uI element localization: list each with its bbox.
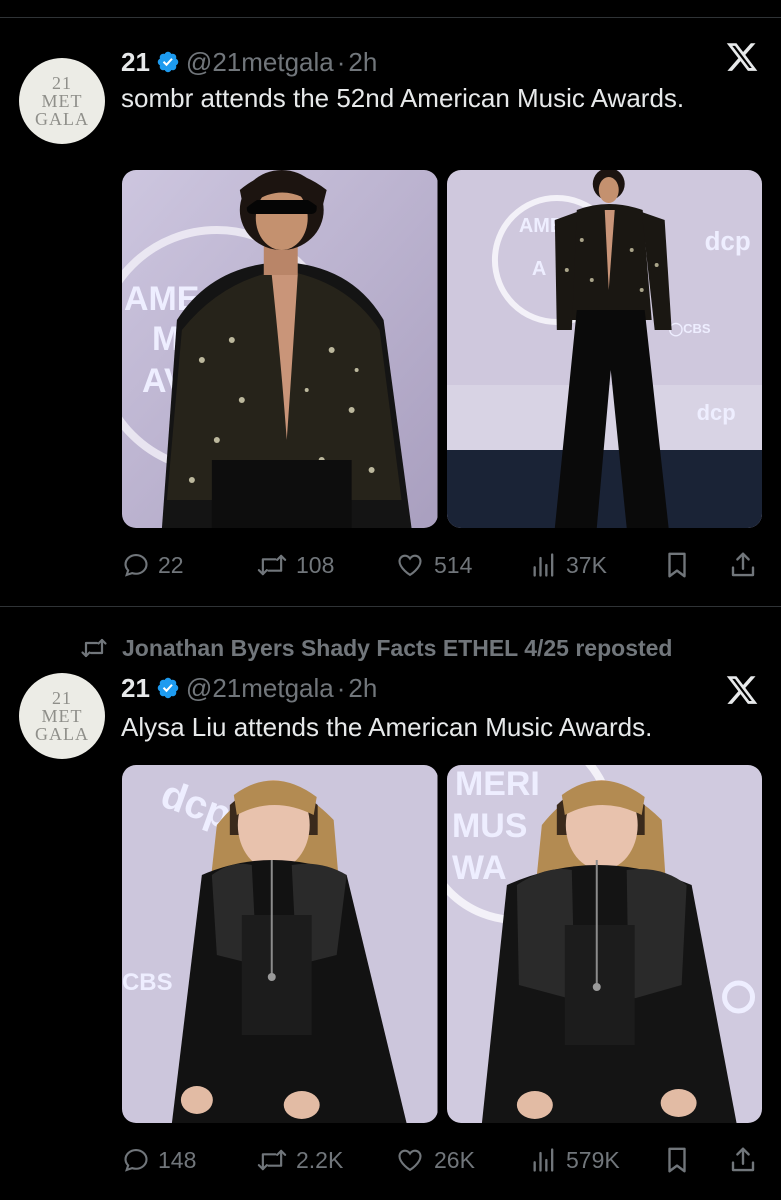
tweet-alysa-liu[interactable]: Jonathan Byers Shady Facts ETHEL 4/25 re…: [0, 607, 781, 1200]
separator-dot: ·: [336, 46, 346, 77]
like-button[interactable]: 26K: [394, 1140, 475, 1180]
svg-text:◯CBS: ◯CBS: [668, 321, 710, 337]
avatar-text-line: MET: [41, 706, 83, 726]
like-button[interactable]: 514: [394, 545, 472, 585]
repost-context[interactable]: Jonathan Byers Shady Facts ETHEL 4/25 re…: [80, 633, 672, 663]
x-logo-icon: [726, 43, 758, 71]
bookmark-button[interactable]: [662, 545, 700, 585]
tweet-actions: 148 2.2K 26K 579K: [122, 1140, 762, 1180]
repost-icon: [81, 638, 107, 658]
x-logo-icon: [726, 676, 758, 704]
repost-button[interactable]: 2.2K: [256, 1140, 343, 1180]
photo-alysa-liu-left[interactable]: dcp CBS: [122, 765, 438, 1123]
views-icon: [533, 1148, 554, 1172]
repost-button[interactable]: 108: [256, 545, 334, 585]
avatar-text-line: GALA: [35, 109, 89, 129]
share-icon: [731, 552, 755, 577]
avatar-text-line: 21: [52, 73, 72, 93]
display-name[interactable]: 21: [121, 47, 150, 78]
tweet-text: sombr attends the 52nd American Music Aw…: [121, 83, 685, 113]
svg-text:dcp: dcp: [704, 226, 750, 256]
reply-count: 148: [158, 1146, 197, 1173]
avatar-text-line: GALA: [35, 724, 89, 744]
timestamp[interactable]: 2h: [348, 47, 377, 78]
like-icon: [398, 1149, 422, 1172]
like-count: 514: [434, 551, 473, 578]
reply-icon: [124, 554, 148, 577]
repost-icon: [257, 554, 287, 576]
share-icon: [731, 1147, 755, 1172]
tweet-header: 21 @21metgala · 2h: [121, 672, 377, 704]
separator-dot: ·: [336, 672, 346, 703]
handle[interactable]: @21metgala: [186, 47, 334, 78]
reply-count: 22: [158, 551, 184, 578]
bookmark-button[interactable]: [662, 1140, 700, 1180]
bookmark-icon: [668, 1147, 686, 1173]
tweet-sombr[interactable]: 21 MET GALA 21 @21metgala · 2h sombr att…: [0, 18, 781, 606]
views-count: 579K: [566, 1146, 620, 1173]
share-button[interactable]: [728, 1140, 766, 1180]
svg-text:WA: WA: [451, 849, 506, 887]
photo-sombr-fulllength[interactable]: AME A ◯CBS dcp dcp: [446, 170, 762, 528]
verified-badge-icon: [157, 677, 179, 699]
avatar-text-line: 21: [52, 688, 72, 708]
repost-label: Jonathan Byers Shady Facts ETHEL 4/25 re…: [122, 634, 673, 661]
avatar-text-line: MET: [41, 91, 83, 111]
display-name[interactable]: 21: [121, 673, 150, 704]
svg-text:MERI: MERI: [454, 765, 539, 803]
views-icon: [533, 553, 554, 577]
like-count: 26K: [434, 1146, 475, 1173]
views-count: 37K: [566, 551, 607, 578]
avatar[interactable]: 21 MET GALA: [19, 58, 105, 144]
photo-alysa-liu-right[interactable]: MERI MUS WA: [446, 765, 762, 1123]
like-icon: [398, 554, 422, 577]
avatar[interactable]: 21 MET GALA: [19, 673, 105, 759]
timestamp[interactable]: 2h: [348, 673, 377, 704]
svg-text:MUS: MUS: [451, 807, 526, 845]
handle[interactable]: @21metgala: [186, 673, 334, 704]
tweet-text: Alysa Liu attends the American Music Awa…: [121, 712, 653, 742]
views-button[interactable]: 37K: [530, 545, 607, 585]
media-grid[interactable]: dcp CBS MERI MUS WA: [122, 765, 762, 1123]
media-grid[interactable]: AME M AV AME A ◯CBS dcp dcp: [122, 170, 762, 528]
repost-count: 2.2K: [296, 1146, 344, 1173]
repost-icon: [257, 1149, 287, 1171]
tweet-header: 21 @21metgala · 2h: [121, 46, 377, 78]
repost-count: 108: [296, 551, 335, 578]
photo-sombr-closeup[interactable]: AME M AV: [122, 170, 438, 528]
reply-button[interactable]: 148: [122, 1140, 196, 1180]
share-button[interactable]: [728, 545, 766, 585]
verified-badge-icon: [157, 51, 179, 73]
tweet-actions: 22 108 514 37K: [122, 545, 762, 585]
svg-text:CBS: CBS: [122, 969, 173, 996]
reply-button[interactable]: 22: [122, 545, 184, 585]
svg-text:dcp: dcp: [696, 400, 735, 425]
reply-icon: [124, 1149, 148, 1172]
svg-text:A: A: [531, 258, 545, 280]
views-button[interactable]: 579K: [530, 1140, 620, 1180]
bookmark-icon: [668, 552, 686, 578]
